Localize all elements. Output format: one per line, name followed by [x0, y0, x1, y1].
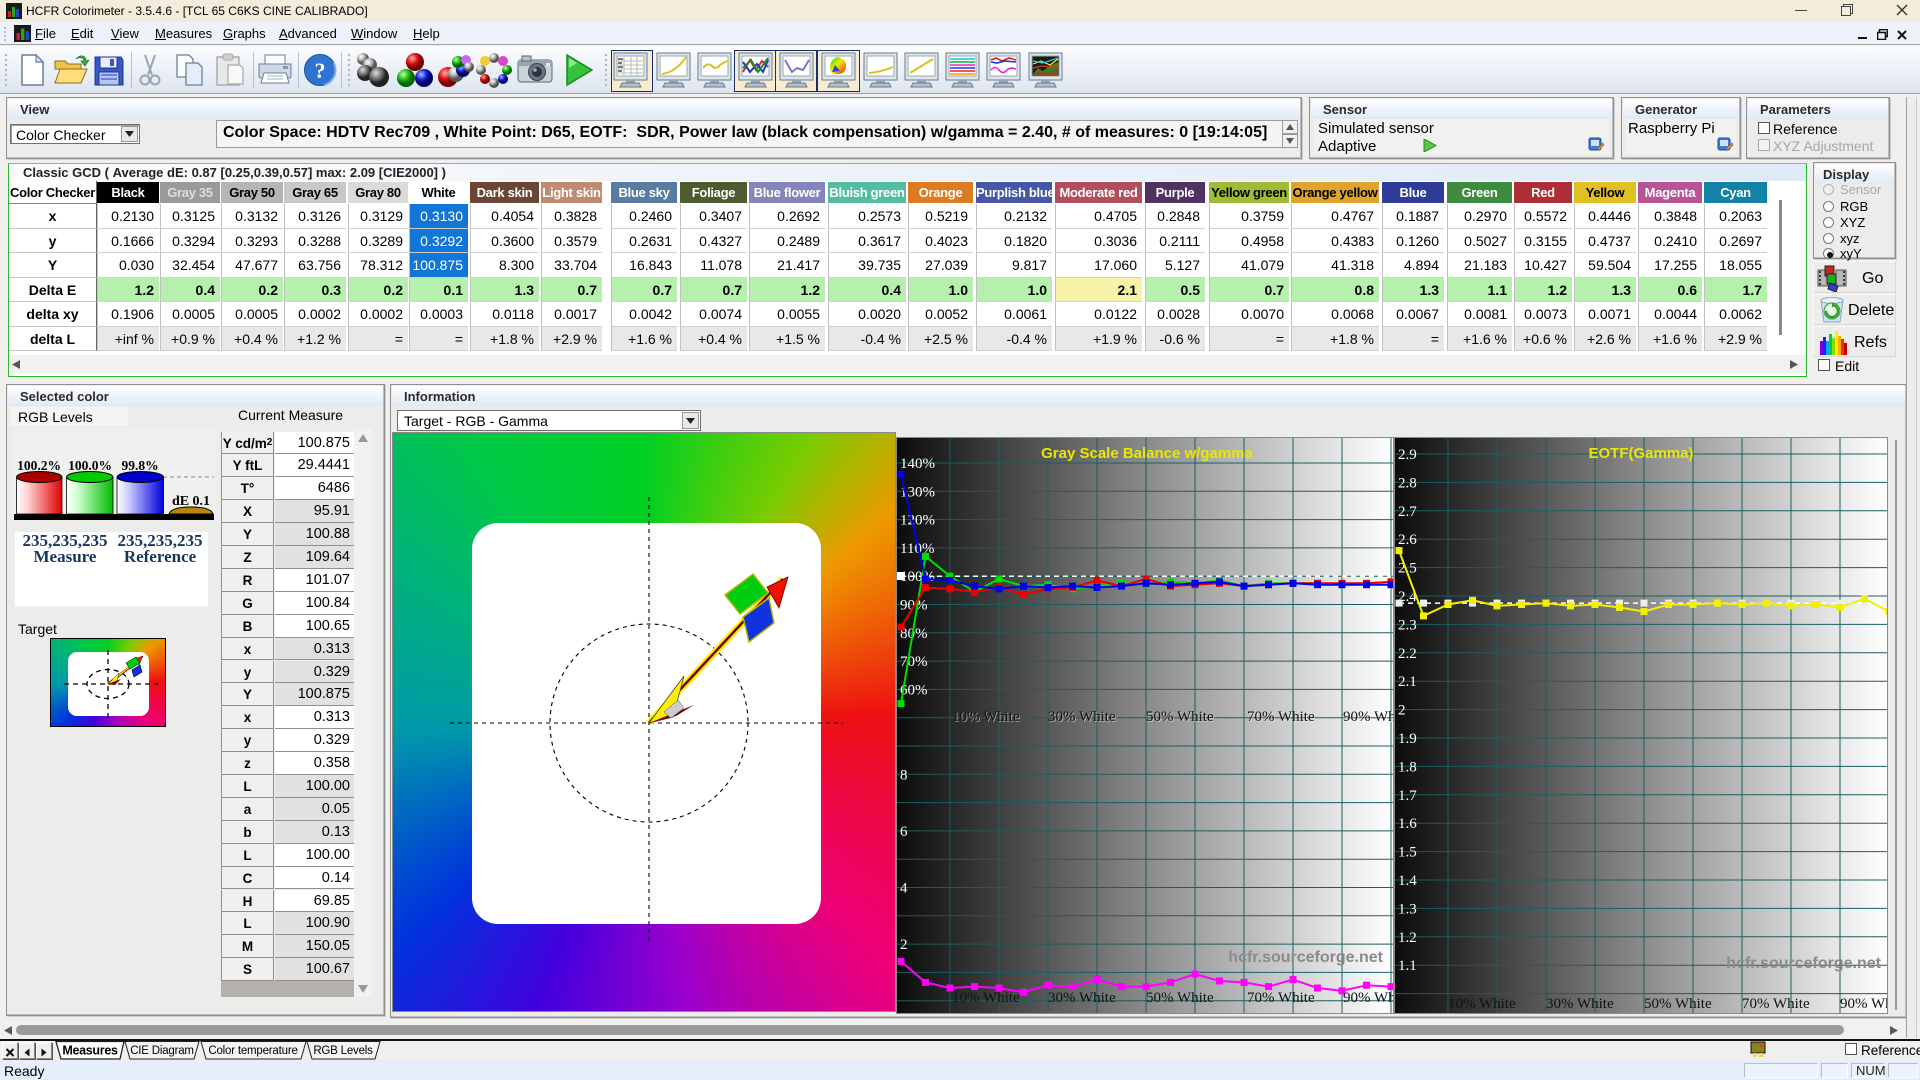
svg-text:120%: 120%: [900, 513, 935, 529]
svg-text:1.7: 1.7: [1398, 788, 1417, 804]
svg-text:8: 8: [900, 767, 908, 783]
svg-text:50% White: 50% White: [1146, 990, 1214, 1006]
svg-text:10% White: 10% White: [1448, 996, 1516, 1012]
svg-text:EOTF(Gamma): EOTF(Gamma): [1588, 445, 1693, 462]
svg-text:90% Wh: 90% Wh: [1343, 990, 1393, 1006]
svg-text:1.5: 1.5: [1398, 845, 1417, 861]
svg-text:dE 0.1: dE 0.1: [172, 494, 210, 509]
svg-text:99.8%: 99.8%: [121, 458, 158, 473]
svg-text:6: 6: [900, 824, 908, 840]
svg-text:2.8: 2.8: [1398, 475, 1417, 491]
svg-text:Gray Scale Balance w/gamma: Gray Scale Balance w/gamma: [1041, 445, 1253, 462]
svg-text:50% White: 50% White: [1146, 709, 1214, 725]
svg-text:30% White: 30% White: [1048, 709, 1116, 725]
svg-text:2.3: 2.3: [1398, 617, 1417, 633]
svg-text:100%: 100%: [900, 569, 935, 585]
svg-text:2.1: 2.1: [1398, 674, 1417, 690]
svg-text:70%: 70%: [900, 654, 928, 670]
svg-text:70% White: 70% White: [1247, 709, 1315, 725]
svg-text:100.2%: 100.2%: [17, 458, 61, 473]
svg-text:RGB Levels: RGB Levels: [313, 1045, 373, 1057]
svg-text:1.6: 1.6: [1398, 816, 1417, 832]
svg-text:1.1: 1.1: [1398, 958, 1417, 974]
svg-text:1.3: 1.3: [1398, 901, 1417, 917]
svg-text:Measures: Measures: [62, 1044, 118, 1058]
svg-text:1.8: 1.8: [1398, 759, 1417, 775]
svg-text:1.9: 1.9: [1398, 731, 1417, 747]
svg-text:2: 2: [1398, 703, 1406, 719]
svg-text:2.9: 2.9: [1398, 447, 1417, 463]
svg-text:70% White: 70% White: [1742, 996, 1810, 1012]
svg-text:2: 2: [900, 937, 908, 953]
svg-text:30% White: 30% White: [1048, 990, 1116, 1006]
svg-text:100.0%: 100.0%: [68, 458, 112, 473]
svg-text:30% White: 30% White: [1546, 996, 1614, 1012]
svg-text:1.2: 1.2: [1398, 930, 1417, 946]
svg-text:70% White: 70% White: [1247, 990, 1315, 1006]
svg-text:2.7: 2.7: [1398, 504, 1417, 520]
svg-text:10% White: 10% White: [952, 990, 1020, 1006]
svg-text:2.6: 2.6: [1398, 532, 1417, 548]
svg-text:140%: 140%: [900, 456, 935, 472]
svg-text:1.4: 1.4: [1398, 873, 1417, 889]
svg-text:hcfr.sourceforge.net: hcfr.sourceforge.net: [1228, 949, 1383, 966]
svg-text:90% Wh: 90% Wh: [1840, 996, 1887, 1012]
svg-text:Color temperature: Color temperature: [208, 1045, 297, 1057]
svg-text:50% White: 50% White: [1644, 996, 1712, 1012]
svg-text:90% Wh: 90% Wh: [1343, 709, 1393, 725]
svg-text:hcfr.sourceforge.net: hcfr.sourceforge.net: [1726, 955, 1881, 972]
svg-text:10% White: 10% White: [952, 709, 1020, 725]
svg-text:4: 4: [900, 881, 908, 897]
svg-text:CIE Diagram: CIE Diagram: [130, 1045, 194, 1057]
svg-text:2.2: 2.2: [1398, 646, 1417, 662]
svg-text:?: ?: [315, 58, 326, 83]
